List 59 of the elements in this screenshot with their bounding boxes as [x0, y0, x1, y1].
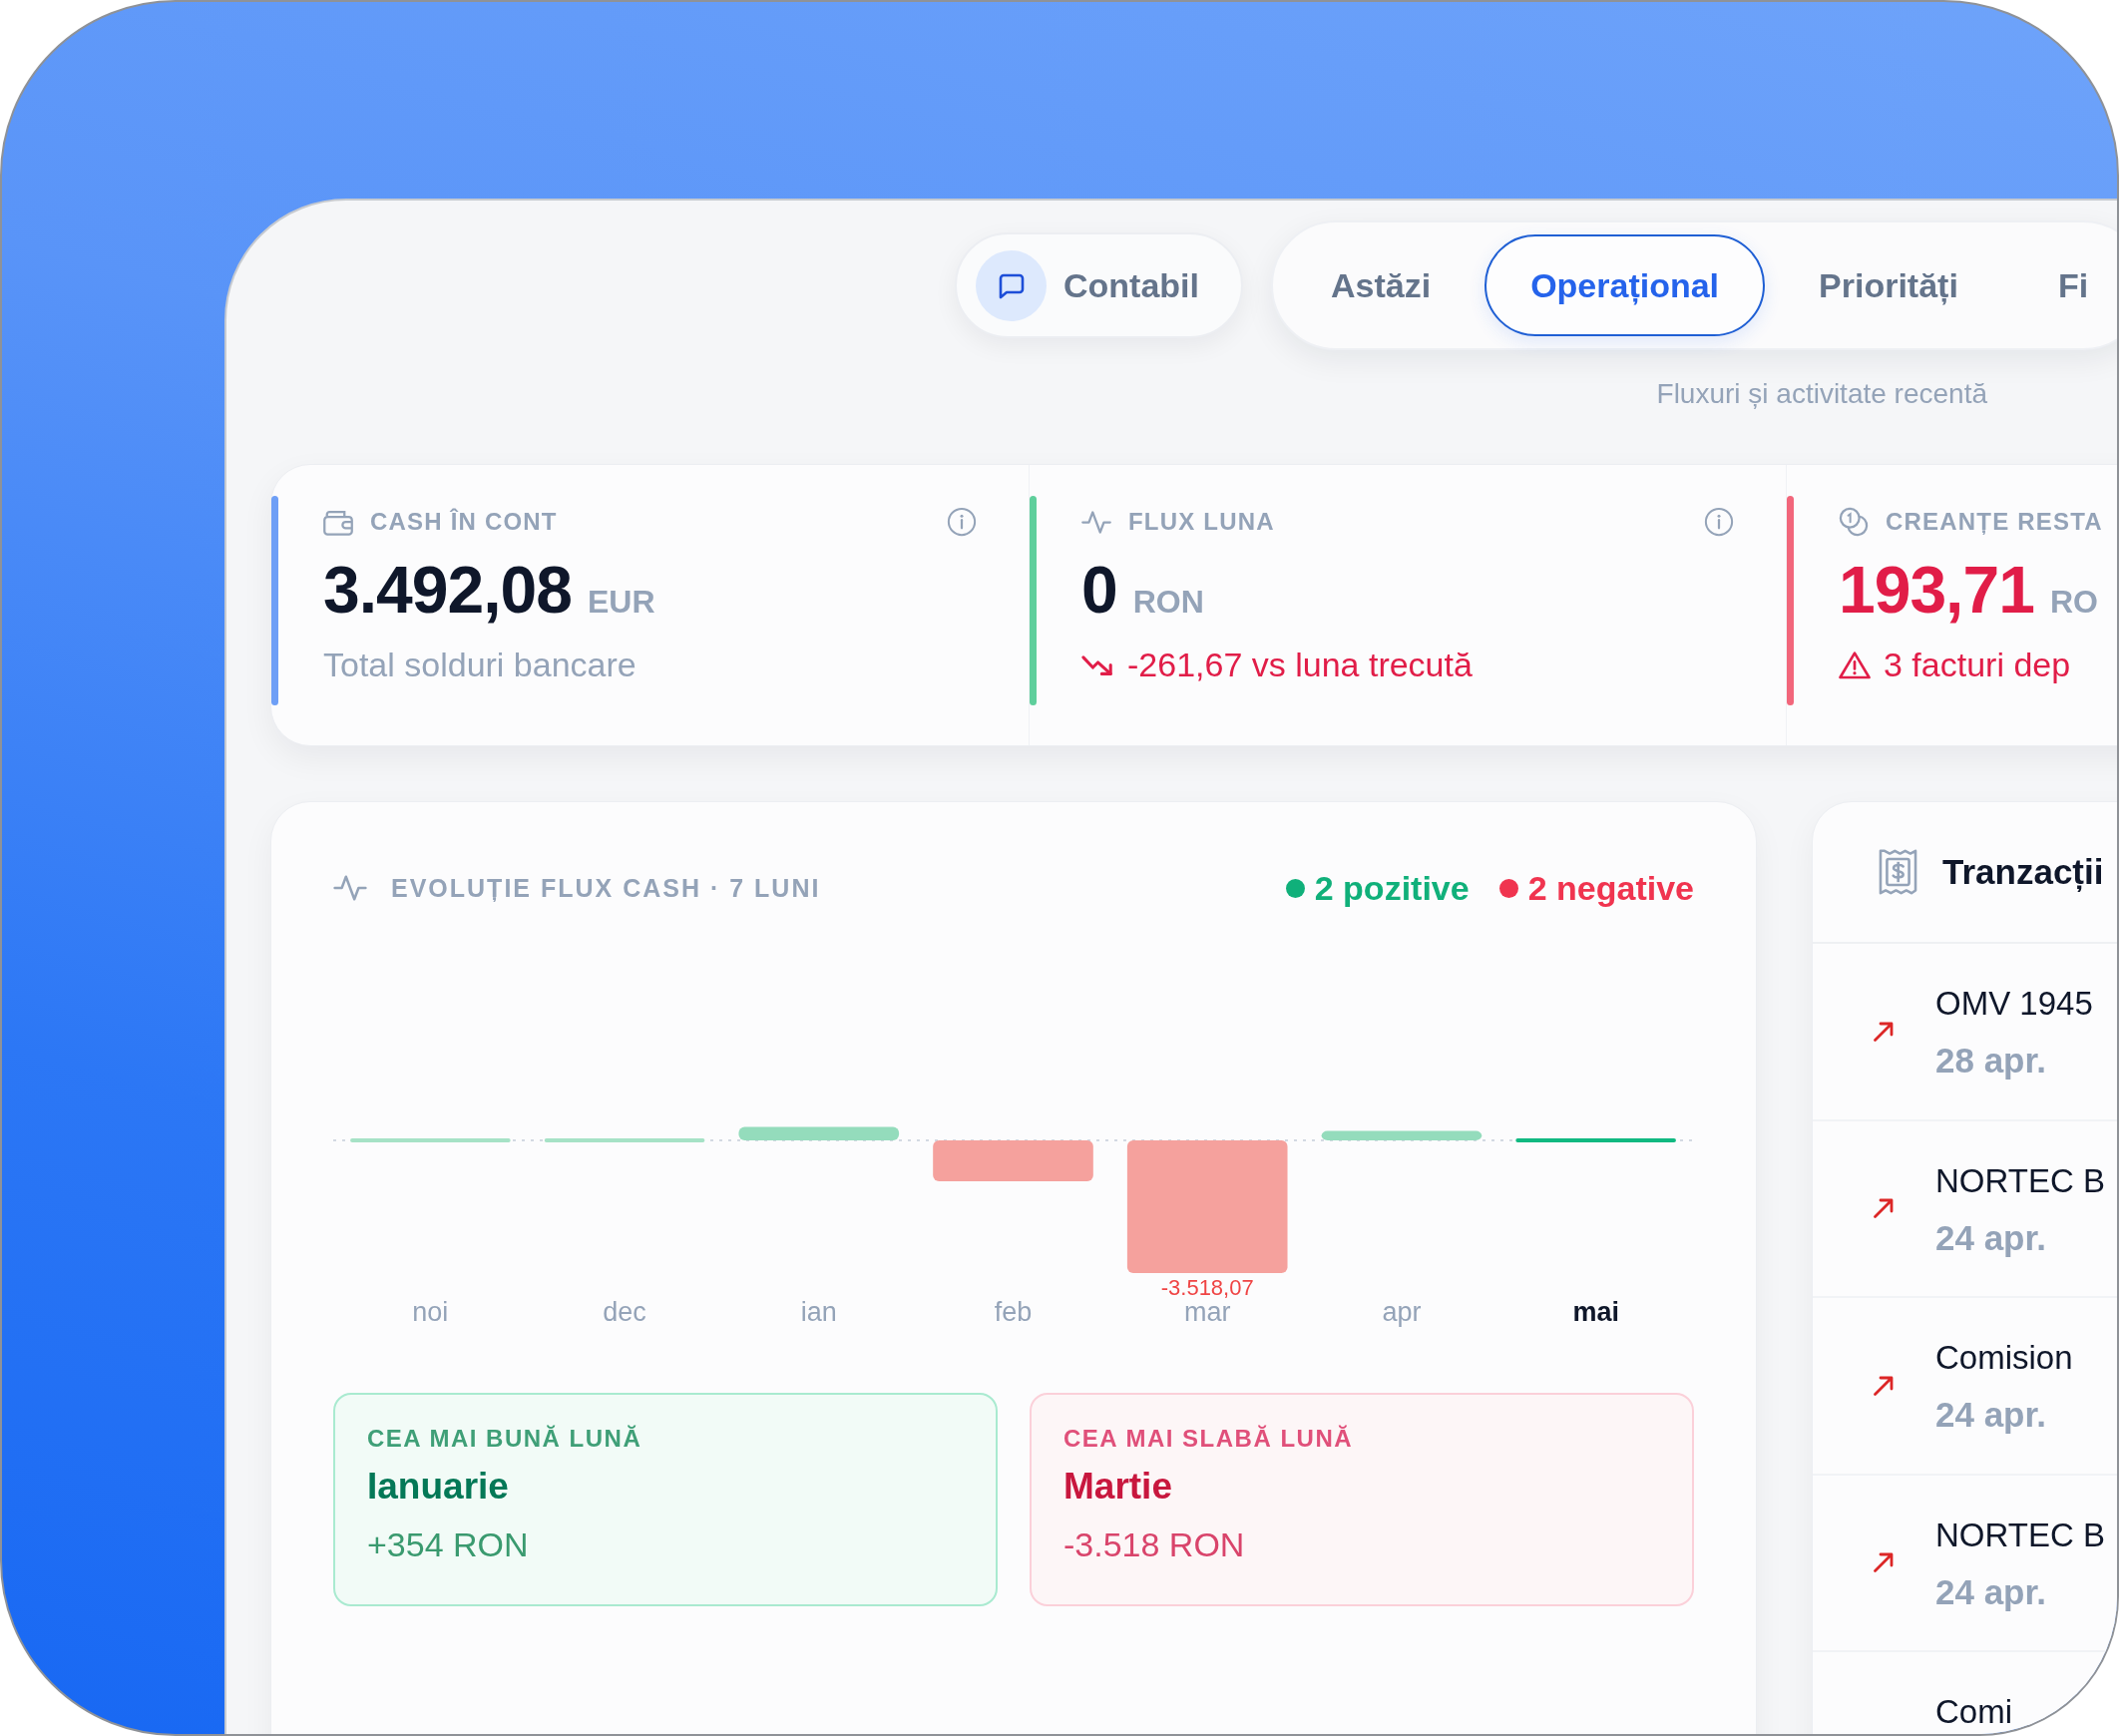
pulse-icon: [333, 874, 367, 902]
summary-label: CEA MAI SLABĂ LUNĂ: [1063, 1424, 1354, 1454]
month-label: mai: [1572, 1297, 1619, 1327]
summary-month: Ianuarie: [367, 1465, 509, 1509]
trend-down-icon: [1081, 652, 1114, 676]
kpi-value: 3.492,08: [323, 555, 572, 625]
kpi-unit: EUR: [587, 584, 655, 621]
tab[interactable]: Astăzi: [1285, 234, 1478, 336]
legend-label: 2 negative: [1527, 868, 1694, 908]
transaction-name: Comi: [1935, 1692, 2012, 1732]
tab[interactable]: Operațional: [1484, 234, 1766, 336]
transaction-name: Comision: [1935, 1338, 2073, 1378]
chat-icon: [976, 249, 1047, 321]
month-label: dec: [603, 1297, 646, 1327]
transaction-date: 24 apr.: [1935, 1216, 2046, 1259]
summary-month: Martie: [1063, 1465, 1172, 1509]
kpi-note: 3 facturi dep: [1884, 645, 2071, 684]
arrow-up-right-icon: [1873, 1551, 1895, 1574]
wallet-icon: [323, 508, 353, 536]
subtitle: Fluxuri și activitate recentă: [1656, 377, 1987, 411]
summary-amount: -3.518 RON: [1063, 1524, 1245, 1564]
coins-icon: [1839, 507, 1869, 537]
month-label: feb: [994, 1297, 1033, 1327]
receipt-icon: [1878, 848, 1918, 896]
summary-label: CEA MAI BUNĂ LUNĂ: [367, 1424, 642, 1454]
kpi-note: Total solduri bancare: [323, 645, 636, 684]
summary-amount: +354 RON: [367, 1524, 529, 1564]
transaction-name: NORTEC B: [1935, 1515, 2105, 1555]
warning-icon: [1839, 650, 1871, 679]
value-label: -3.518,07: [1160, 1275, 1254, 1300]
info-icon[interactable]: [947, 507, 977, 537]
kpi-label: FLUX LUNA: [1128, 508, 1275, 536]
transactions-title: Tranzacții: [1942, 852, 2104, 892]
mode-button[interactable]: Contabil: [955, 232, 1243, 338]
month-label: apr: [1382, 1297, 1422, 1327]
kpi-value: 193,71: [1839, 555, 2034, 625]
transaction-date: 28 apr.: [1935, 1040, 2046, 1082]
month-label: mar: [1183, 1297, 1231, 1327]
transaction-name: OMV 1945: [1935, 984, 2093, 1024]
kpi-note: -261,67 vs luna trecută: [1127, 645, 1473, 684]
pulse-icon: [1081, 509, 1111, 535]
info-icon[interactable]: [1704, 507, 1734, 537]
kpi-unit: RON: [1132, 584, 1204, 621]
kpi-label: CREANȚE RESTA: [1886, 508, 2103, 536]
transaction-name: NORTEC B: [1935, 1160, 2105, 1201]
kpi-unit: RO: [2049, 584, 2098, 621]
tab[interactable]: Fi: [2011, 234, 2117, 336]
month-label: ian: [800, 1297, 837, 1327]
legend-label: 2 pozitive: [1314, 868, 1470, 908]
kpi-value: 0: [1081, 555, 1117, 625]
transaction-date: 24 apr.: [1935, 1394, 2046, 1436]
kpi-label: CASH ÎN CONT: [370, 508, 558, 536]
chart-title: EVOLUȚIE FLUX CASH · 7 LUNI: [391, 873, 821, 903]
tab[interactable]: Priorități: [1773, 234, 2004, 336]
transaction-date: 24 apr.: [1935, 1570, 2046, 1613]
arrow-up-right-icon: [1873, 1374, 1895, 1397]
arrow-up-right-icon: [1873, 1020, 1895, 1043]
arrow-up-right-icon: [1873, 1197, 1895, 1220]
month-label: noi: [412, 1297, 449, 1327]
